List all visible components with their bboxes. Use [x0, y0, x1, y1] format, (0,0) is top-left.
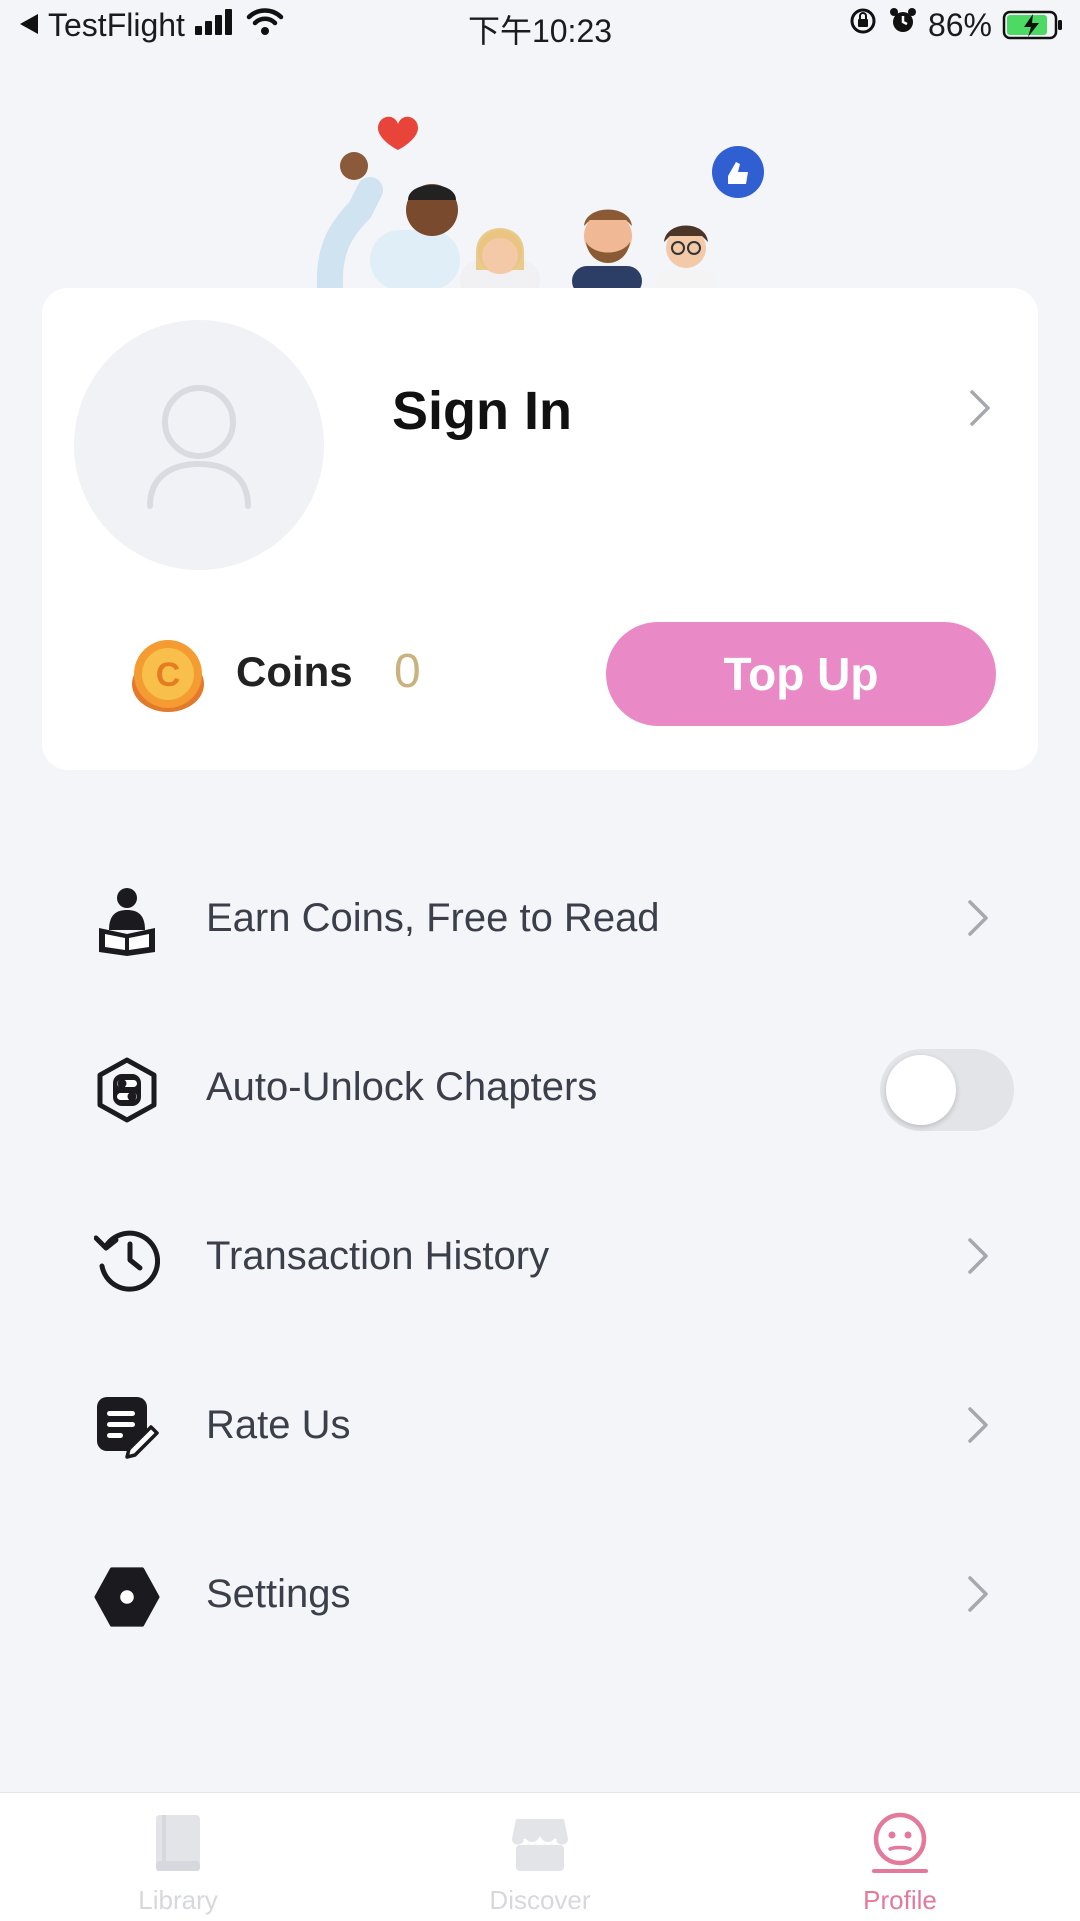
menu-label-auto-unlock: Auto-Unlock Chapters: [206, 1065, 598, 1109]
status-bar: TestFlight 下午10:23 86%: [0, 0, 1080, 56]
menu-item-earn-coins[interactable]: Earn Coins, Free to Read: [0, 844, 1080, 994]
profile-card: Sign In C Coins 0 Top Up: [42, 288, 1038, 770]
chevron-right-icon: [966, 1405, 990, 1450]
tab-bar: Library Discover Profile: [0, 1792, 1080, 1921]
tab-label-profile: Profile: [863, 1885, 937, 1915]
tab-library[interactable]: Library: [78, 1793, 278, 1921]
book-icon: [146, 1811, 210, 1875]
battery-charging-icon: [1002, 9, 1064, 41]
menu-item-auto-unlock: Auto-Unlock Chapters: [0, 1013, 1080, 1163]
user-placeholder-icon: [147, 385, 251, 509]
chevron-right-icon[interactable]: [968, 388, 992, 433]
rate-note-icon: [94, 1395, 160, 1461]
top-up-button[interactable]: Top Up: [606, 622, 996, 726]
coin-icon: C: [128, 636, 208, 721]
menu-item-rate-us[interactable]: Rate Us: [0, 1351, 1080, 1501]
tab-discover[interactable]: Discover: [440, 1793, 640, 1921]
menu-label-rate-us: Rate Us: [206, 1403, 351, 1447]
avatar[interactable]: [74, 320, 324, 570]
sign-in-link[interactable]: Sign In: [392, 380, 572, 442]
menu-item-settings[interactable]: Settings: [0, 1520, 1080, 1670]
menu-label-earn-coins: Earn Coins, Free to Read: [206, 896, 660, 940]
store-icon: [508, 1811, 572, 1875]
chevron-right-icon: [966, 898, 990, 943]
menu-item-transaction-history[interactable]: Transaction History: [0, 1182, 1080, 1332]
reader-icon: [94, 888, 160, 956]
tab-label-discover: Discover: [489, 1885, 591, 1915]
orientation-lock-icon: [848, 6, 878, 44]
tab-label-library: Library: [138, 1885, 218, 1915]
svg-text:C: C: [156, 656, 181, 694]
coins-label: Coins: [236, 648, 353, 695]
coins-balance: 0: [394, 645, 421, 698]
chevron-right-icon: [966, 1236, 990, 1281]
battery-percentage: 86%: [927, 6, 992, 43]
tab-profile[interactable]: Profile: [800, 1793, 1000, 1921]
menu-label-settings: Settings: [206, 1572, 351, 1616]
alarm-icon: [888, 6, 918, 44]
chevron-right-icon: [966, 1574, 990, 1619]
menu-label-transaction-history: Transaction History: [206, 1234, 550, 1278]
unlock-toggle-icon: [94, 1057, 160, 1123]
settings-hex-icon: [94, 1564, 160, 1630]
history-icon: [94, 1226, 160, 1292]
toggle-knob: [886, 1055, 956, 1125]
smiley-icon: [868, 1811, 932, 1875]
auto-unlock-toggle[interactable]: [880, 1049, 1014, 1131]
hero-illustration: [300, 80, 780, 303]
